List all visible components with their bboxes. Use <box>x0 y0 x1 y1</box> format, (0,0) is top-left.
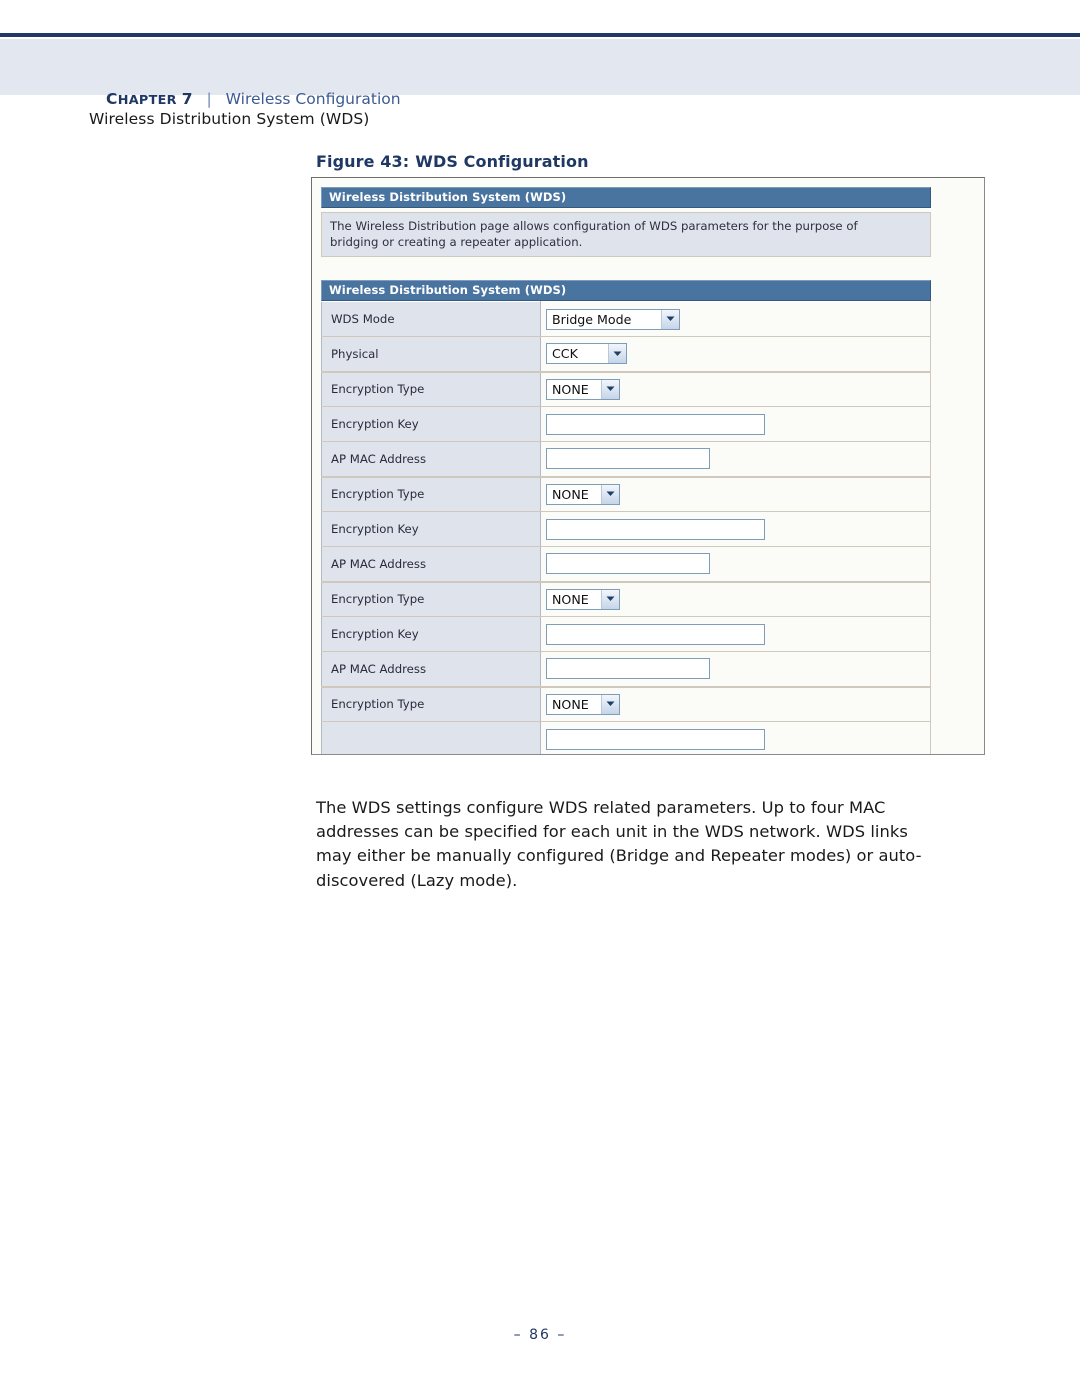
select-encryption-type[interactable]: NONE <box>546 378 620 400</box>
settings-row-control-cell <box>540 651 931 688</box>
settings-row <box>321 721 931 754</box>
chapter-label-rest: HAPTER <box>117 93 177 108</box>
input-encryption-key[interactable] <box>546 518 765 540</box>
settings-row-label: AP MAC Address <box>321 441 541 478</box>
settings-row-control-cell <box>540 406 931 442</box>
body-paragraph: The WDS settings configure WDS related p… <box>316 796 976 893</box>
settings-row-label: Physical <box>321 336 541 373</box>
input-field[interactable] <box>546 728 765 750</box>
select-encryption-type[interactable]: NONE <box>546 693 620 715</box>
paragraph-line-2: addresses can be specified for each unit… <box>316 822 908 842</box>
select-value: NONE <box>552 381 589 397</box>
settings-row: Physical CCK <box>321 336 931 373</box>
description-line-2: bridging or creating a repeater applicat… <box>330 235 583 249</box>
figure-label: Figure 43: <box>316 152 410 171</box>
settings-row-label: Encryption Key <box>321 406 541 442</box>
settings-row-label: Encryption Key <box>321 616 541 652</box>
wds-panel-description: The Wireless Distribution page allows co… <box>321 212 931 257</box>
chevron-down-icon[interactable] <box>601 379 619 399</box>
settings-row: Encryption Type NONE <box>321 686 931 722</box>
select-value: NONE <box>552 486 589 502</box>
settings-row-control-cell <box>540 546 931 583</box>
chapter-label-first: C <box>106 90 118 108</box>
input-ap-mac-address[interactable] <box>546 553 710 575</box>
page-number: – 86 – <box>513 1327 567 1343</box>
chevron-down-icon[interactable] <box>608 344 626 364</box>
settings-row-control-cell <box>540 721 931 754</box>
settings-row-control-cell <box>540 616 931 652</box>
select-encryption-type[interactable]: NONE <box>546 483 620 505</box>
select-encryption-type[interactable]: NONE <box>546 588 620 610</box>
settings-row: AP MAC Address <box>321 546 931 583</box>
settings-row-label: AP MAC Address <box>321 651 541 688</box>
settings-row: Encryption Key <box>321 406 931 442</box>
breadcrumb: CHAPTER 7 | Wireless Configuration <box>106 89 401 111</box>
select-value: NONE <box>552 591 589 607</box>
subsection-title: Wireless Distribution System (WDS) <box>89 110 370 128</box>
settings-row-label: Encryption Type <box>321 371 541 407</box>
input-encryption-key[interactable] <box>546 623 765 645</box>
settings-row: Encryption Key <box>321 511 931 547</box>
breadcrumb-separator: | <box>206 90 212 108</box>
settings-row-control-cell: Bridge Mode <box>540 301 931 337</box>
settings-row: Encryption Key <box>321 616 931 652</box>
settings-row: WDS Mode Bridge Mode <box>321 301 931 337</box>
settings-row-label: Encryption Key <box>321 511 541 547</box>
paragraph-line-4: discovered (Lazy mode). <box>316 870 518 890</box>
panel-spacer <box>321 257 931 280</box>
settings-row: Encryption Type NONE <box>321 581 931 617</box>
settings-row-label: Encryption Type <box>321 581 541 617</box>
settings-row: AP MAC Address <box>321 651 931 688</box>
chapter-number: 7 <box>181 90 193 108</box>
settings-row-control-cell: NONE <box>540 686 931 722</box>
chevron-down-icon[interactable] <box>661 309 679 329</box>
page-header-band: CHAPTER 7 | Wireless Configuration Wirel… <box>0 39 1080 128</box>
settings-row: Encryption Type NONE <box>321 371 931 407</box>
settings-row-control-cell: NONE <box>540 371 931 407</box>
settings-row-control-cell: CCK <box>540 336 931 373</box>
settings-row-label <box>321 721 541 754</box>
input-ap-mac-address[interactable] <box>546 448 710 470</box>
settings-row-label: AP MAC Address <box>321 546 541 583</box>
settings-row-label: Encryption Type <box>321 476 541 512</box>
wds-settings-table: WDS Mode Bridge Mode Physical CCK Encryption… <box>321 301 931 754</box>
select-value: CCK <box>552 346 578 362</box>
description-line-1: The Wireless Distribution page allows co… <box>330 219 858 233</box>
section-title: Wireless Configuration <box>225 90 401 108</box>
settings-row-control-cell <box>540 441 931 478</box>
wds-section-title: Wireless Distribution System (WDS) <box>321 280 931 301</box>
input-encryption-key[interactable] <box>546 413 765 435</box>
input-ap-mac-address[interactable] <box>546 658 710 680</box>
settings-row-control-cell: NONE <box>540 476 931 512</box>
figure-caption: Figure 43: WDS Configuration <box>316 152 589 171</box>
select-wds-mode[interactable]: Bridge Mode <box>546 308 680 330</box>
settings-row: Encryption Type NONE <box>321 476 931 512</box>
settings-row-label: Encryption Type <box>321 686 541 722</box>
select-value: NONE <box>552 696 589 712</box>
paragraph-line-3: may either be manually configured (Bridg… <box>316 846 922 866</box>
select-physical[interactable]: CCK <box>546 343 627 365</box>
chevron-down-icon[interactable] <box>601 589 619 609</box>
wds-panel-title: Wireless Distribution System (WDS) <box>321 187 931 208</box>
paragraph-line-1: The WDS settings configure WDS related p… <box>316 798 886 817</box>
chevron-down-icon[interactable] <box>601 484 619 504</box>
settings-row-control-cell <box>540 511 931 547</box>
page-top-rule <box>0 33 1080 37</box>
settings-row-label: WDS Mode <box>321 301 541 337</box>
select-value: Bridge Mode <box>552 311 632 327</box>
chevron-down-icon[interactable] <box>601 694 619 714</box>
settings-row: AP MAC Address <box>321 441 931 478</box>
figure-screenshot: Wireless Distribution System (WDS) The W… <box>311 177 985 755</box>
settings-row-control-cell: NONE <box>540 581 931 617</box>
figure-title: WDS Configuration <box>415 152 589 171</box>
chapter-label: CHAPTER <box>106 90 177 108</box>
